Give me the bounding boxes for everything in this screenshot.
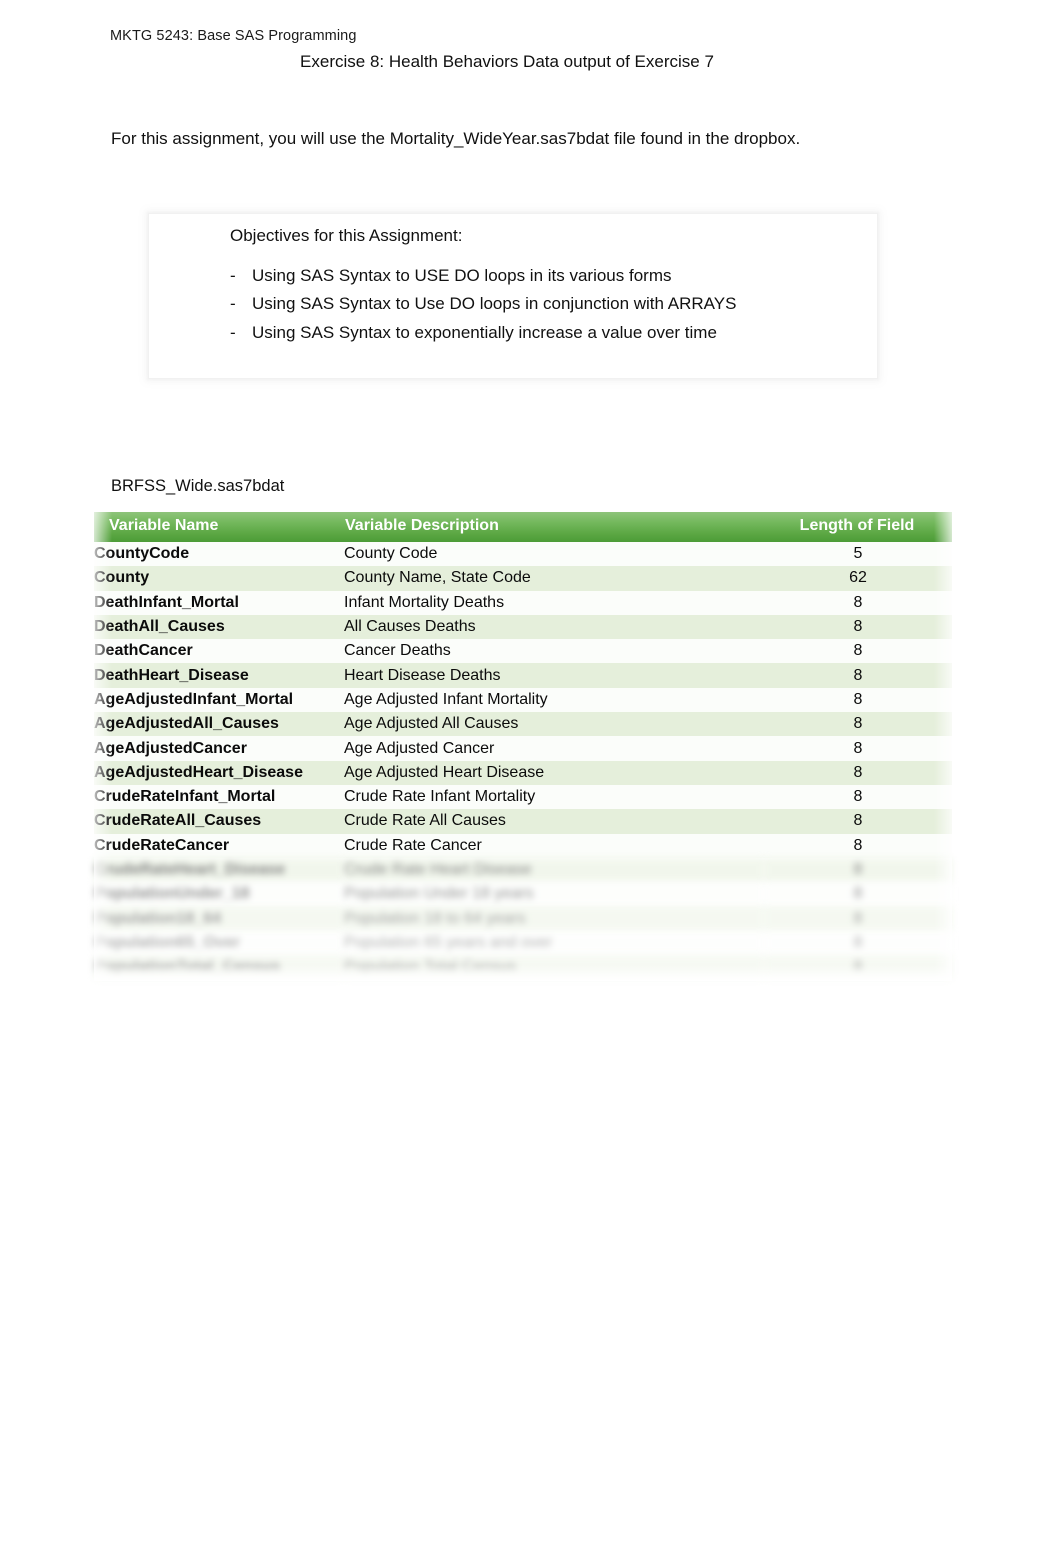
objective-item: - Using SAS Syntax to Use DO loops in co…: [230, 292, 860, 315]
cell-variable-description: Age Adjusted Cancer: [344, 736, 764, 761]
cell-length-of-field: 8: [764, 687, 952, 713]
objective-text: Using SAS Syntax to USE DO loops in its …: [252, 266, 672, 285]
cell-variable-name: AgeAdjustedHeart_Disease: [94, 760, 344, 785]
table-header: Variable Name Variable Description Lengt…: [94, 512, 952, 542]
cell-length-of-field: 8: [764, 833, 952, 858]
table-body: CountyCode County Code 5 County County Name,…: [94, 542, 952, 980]
cell-length-of-field: 5: [764, 542, 952, 567]
cell-variable-name: DeathHeart_Disease: [94, 663, 344, 688]
objectives-list: - Using SAS Syntax to USE DO loops in it…: [230, 264, 860, 349]
cell-variable-name: PopulationTotal_Census: [94, 955, 344, 980]
column-header-variable-description: Variable Description: [344, 512, 764, 542]
table-row: DeathInfant_Mortal Infant Mortality Death…: [94, 590, 952, 615]
variable-definition-table-wrapper: Variable Name Variable Description Lengt…: [94, 512, 952, 982]
table-row-obscured: PopulationTotal_Census Population Total C…: [94, 955, 952, 980]
cell-variable-name: Population18_64: [94, 906, 344, 931]
objective-item: - Using SAS Syntax to USE DO loops in it…: [230, 264, 860, 287]
variable-definition-table: Variable Name Variable Description Lengt…: [94, 512, 952, 980]
cell-variable-name: AgeAdjustedCancer: [94, 736, 344, 761]
cell-variable-name: AgeAdjustedInfant_Mortal: [94, 687, 344, 713]
cell-length-of-field: 8: [764, 639, 952, 664]
cell-variable-name: CrudeRateCancer: [94, 833, 344, 858]
table-row: County County Name, State Code 62: [94, 566, 952, 591]
course-header-line: MKTG 5243: Base SAS Programming: [110, 28, 357, 44]
cell-variable-name: AgeAdjustedAll_Causes: [94, 712, 344, 737]
cell-variable-description: Population 65 years and over: [344, 930, 764, 956]
cell-variable-description: Crude Rate Infant Mortality: [344, 784, 764, 810]
cell-variable-description: All Causes Deaths: [344, 614, 764, 640]
table-header-row: Variable Name Variable Description Lengt…: [94, 512, 952, 542]
cell-variable-description: Heart Disease Deaths: [344, 663, 764, 688]
cell-variable-description: County Code: [344, 542, 764, 567]
dataset-filename-caption: BRFSS_Wide.sas7bdat: [111, 477, 285, 495]
table-row: AgeAdjustedAll_Causes Age Adjusted All Ca…: [94, 712, 952, 737]
cell-variable-name: DeathAll_Causes: [94, 614, 344, 640]
cell-variable-description: Population Total Census: [344, 955, 764, 980]
table-row: DeathAll_Causes All Causes Deaths 8: [94, 614, 952, 640]
exercise-title: Exercise 8: Health Behaviors Data output…: [300, 52, 714, 71]
table-row-obscured: CrudeRateHeart_Disease Crude Rate Heart D…: [94, 857, 952, 883]
cell-variable-name: CountyCode: [94, 542, 344, 567]
cell-variable-description: County Name, State Code: [344, 566, 764, 591]
objectives-heading: Objectives for this Assignment:: [230, 226, 463, 245]
cell-length-of-field: 8: [764, 760, 952, 785]
cell-variable-name: CrudeRateInfant_Mortal: [94, 784, 344, 810]
cell-length-of-field: 8: [764, 784, 952, 810]
bullet-dash-icon: -: [230, 294, 236, 314]
cell-variable-description: Crude Rate All Causes: [344, 809, 764, 834]
cell-variable-name: DeathInfant_Mortal: [94, 590, 344, 615]
cell-variable-name: DeathCancer: [94, 639, 344, 664]
cell-length-of-field: 8: [764, 663, 952, 688]
objectives-box: Objectives for this Assignment: - Using …: [148, 213, 878, 379]
cell-variable-description: Age Adjusted All Causes: [344, 712, 764, 737]
cell-variable-description: Population Under 18 years: [344, 882, 764, 907]
cell-variable-description: Crude Rate Cancer: [344, 833, 764, 858]
cell-length-of-field: 8: [764, 614, 952, 640]
table-row: CrudeRateInfant_Mortal Crude Rate Infant …: [94, 784, 952, 810]
cell-variable-description: Infant Mortality Deaths: [344, 590, 764, 615]
cell-variable-description: Age Adjusted Heart Disease: [344, 760, 764, 785]
cell-variable-description: Population 18 to 64 years: [344, 906, 764, 931]
table-row: AgeAdjustedInfant_Mortal Age Adjusted Inf…: [94, 687, 952, 713]
table-row-obscured: Population65_Over Population 65 years and…: [94, 930, 952, 956]
cell-length-of-field: 8: [764, 590, 952, 615]
cell-length-of-field: 8: [764, 930, 952, 956]
table-row-obscured: PopulationUnder_18 Population Under 18 ye…: [94, 882, 952, 907]
bullet-dash-icon: -: [230, 322, 236, 342]
cell-length-of-field: 8: [764, 955, 952, 980]
table-row: DeathCancer Cancer Deaths 8: [94, 639, 952, 664]
table-row-obscured: Population18_64 Population 18 to 64 years…: [94, 906, 952, 931]
column-header-length-of-field: Length of Field: [764, 512, 952, 542]
objective-item: - Using SAS Syntax to exponentially incr…: [230, 321, 860, 344]
cell-variable-name: CrudeRateAll_Causes: [94, 809, 344, 834]
cell-variable-description: Cancer Deaths: [344, 639, 764, 664]
assignment-intro-paragraph: For this assignment, you will use the Mo…: [111, 129, 801, 148]
cell-length-of-field: 8: [764, 906, 952, 931]
cell-variable-name: PopulationUnder_18: [94, 882, 344, 907]
table-row: CrudeRateAll_Causes Crude Rate All Causes…: [94, 809, 952, 834]
cell-length-of-field: 62: [764, 566, 952, 591]
cell-variable-description: Age Adjusted Infant Mortality: [344, 687, 764, 713]
column-header-variable-name: Variable Name: [94, 512, 344, 542]
cell-length-of-field: 8: [764, 857, 952, 883]
bullet-dash-icon: -: [230, 266, 236, 285]
cell-variable-description: Crude Rate Heart Disease: [344, 857, 764, 883]
table-row: CountyCode County Code 5: [94, 542, 952, 567]
cell-variable-name: Population65_Over: [94, 930, 344, 956]
table-row: CrudeRateCancer Crude Rate Cancer 8: [94, 833, 952, 858]
objective-text: Using SAS Syntax to Use DO loops in conj…: [252, 294, 737, 314]
table-row: AgeAdjustedCancer Age Adjusted Cancer 8: [94, 736, 952, 761]
cell-variable-name: CrudeRateHeart_Disease: [94, 857, 344, 883]
cell-length-of-field: 8: [764, 809, 952, 834]
table-row: AgeAdjustedHeart_Disease Age Adjusted Hea…: [94, 760, 952, 785]
document-page: MKTG 5243: Base SAS Programming Exercise…: [0, 0, 1062, 1556]
cell-length-of-field: 8: [764, 736, 952, 761]
objective-text: Using SAS Syntax to exponentially increa…: [252, 322, 717, 342]
cell-variable-name: County: [94, 566, 344, 591]
cell-length-of-field: 8: [764, 882, 952, 907]
table-row: DeathHeart_Disease Heart Disease Deaths 8: [94, 663, 952, 688]
cell-length-of-field: 8: [764, 712, 952, 737]
